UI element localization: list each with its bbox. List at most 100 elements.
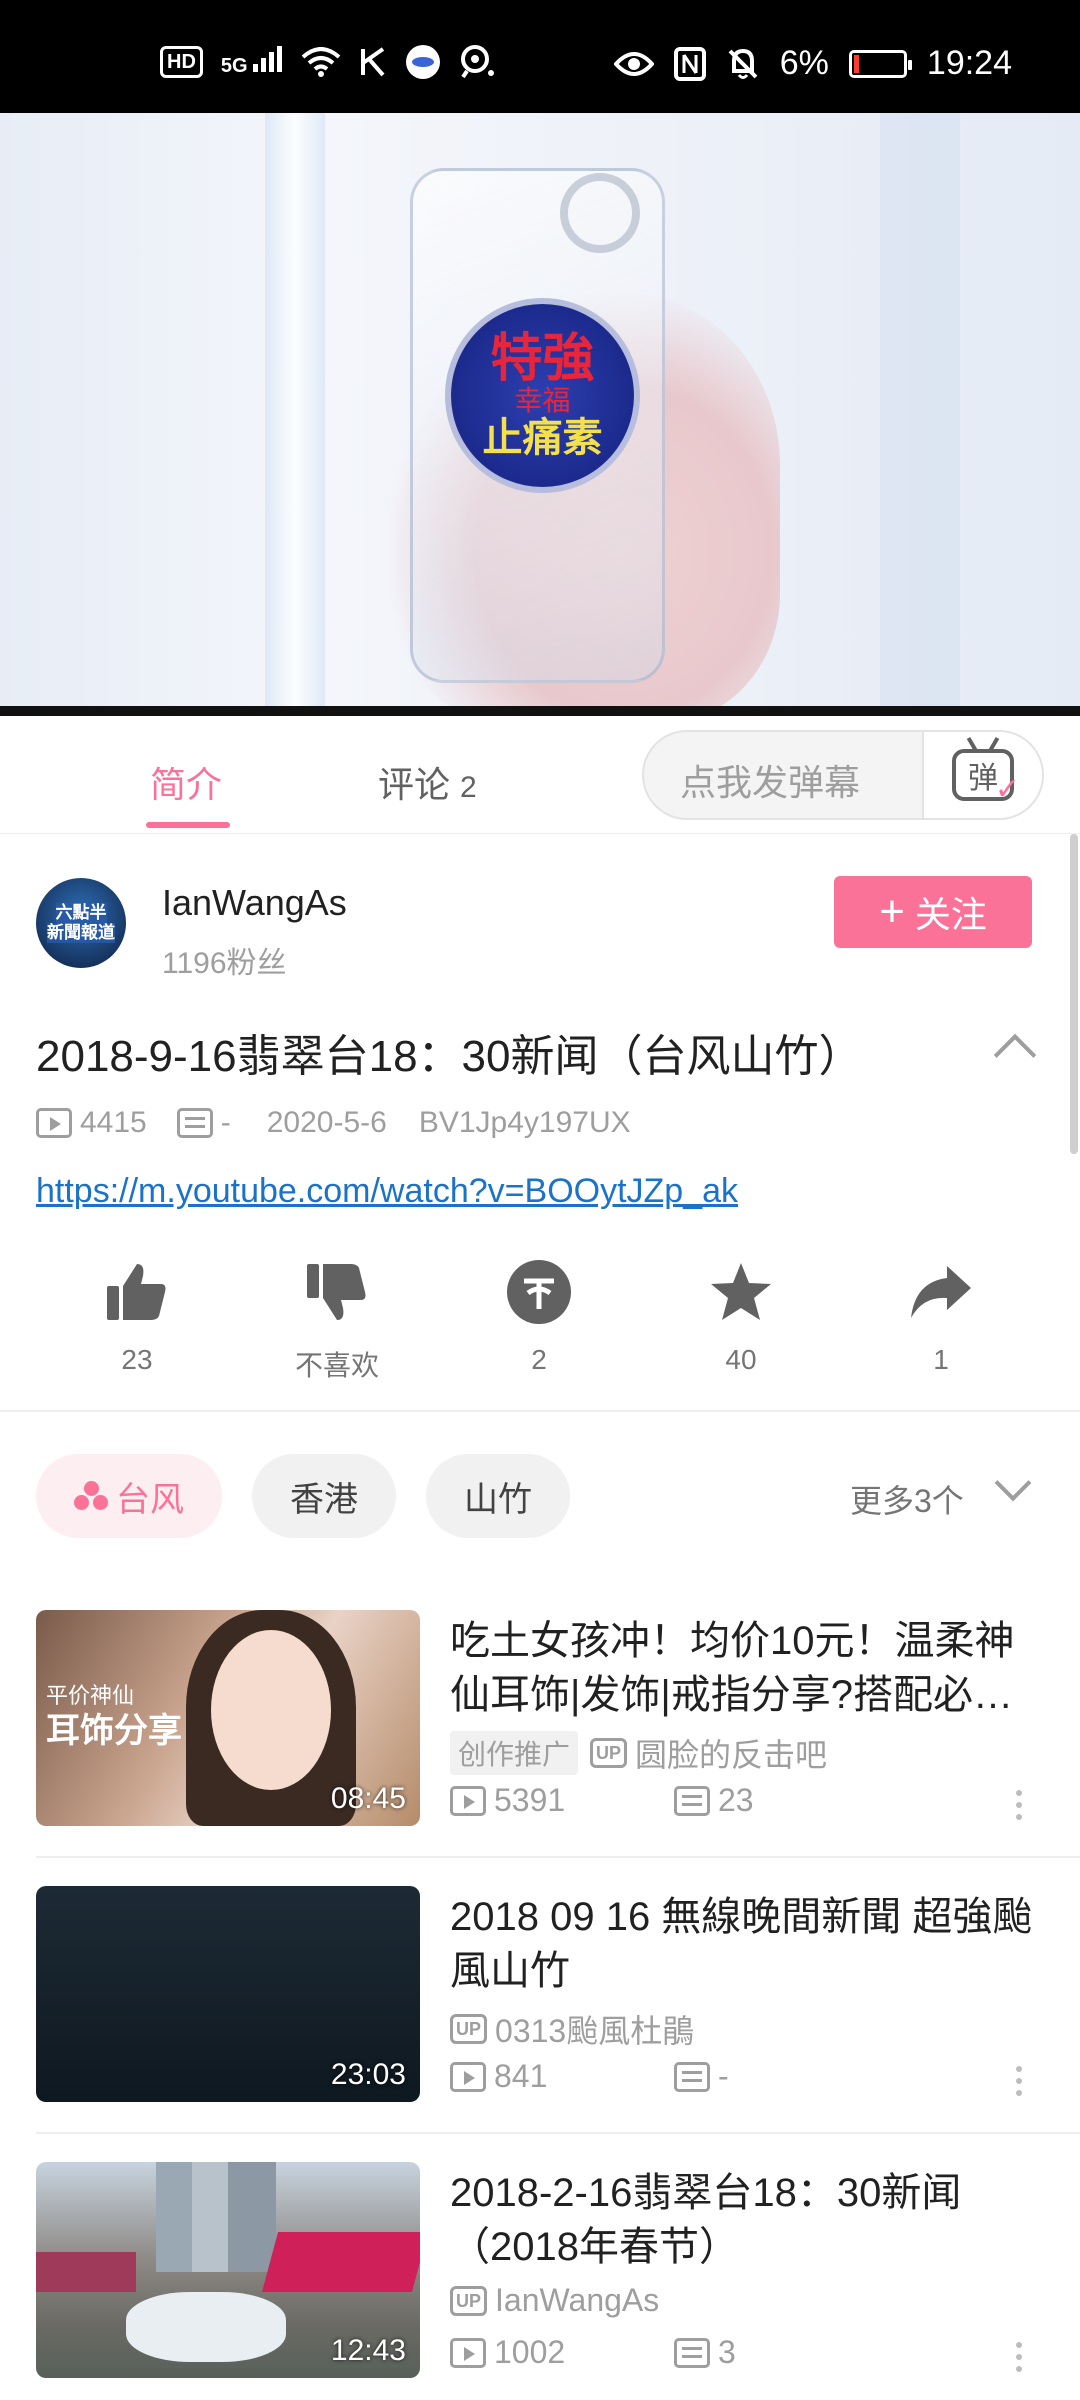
danmaku-count-icon <box>176 1108 213 1138</box>
divider <box>0 1410 1080 1412</box>
thumb-text-line: 耳饰分享 <box>46 1711 182 1751</box>
related-uploader-row: UP 0313颱風杜鵑 <box>450 2006 694 2052</box>
thumb-figure <box>261 2232 420 2292</box>
action-bar: 23 不喜欢 2 40 1 <box>0 1256 1080 1406</box>
share-icon <box>905 1256 977 1328</box>
danmaku-placeholder: 点我发弹幕 <box>680 762 861 803</box>
follow-button[interactable]: + 关注 <box>834 876 1032 948</box>
coin-button[interactable]: 2 <box>474 1256 604 1376</box>
related-video-item[interactable]: 23:03 2018 09 16 無線晚間新聞 超強颱風山竹 UP 0313颱風… <box>0 1886 1080 2146</box>
related-danmaku: 3 <box>718 2334 736 2370</box>
tag-chip[interactable]: 台风 <box>36 1454 222 1538</box>
video-title: 2018-9-16翡翠台18：30新闻（台风山竹） <box>36 1032 863 1081</box>
wifi-icon <box>301 47 341 77</box>
danmaku-count-icon <box>674 2337 710 2368</box>
status-bar: HD 5G 6% 19:24 <box>0 0 1080 113</box>
coin-count: 2 <box>531 1344 547 1375</box>
play-count-icon <box>36 1108 72 1138</box>
hd-icon: HD <box>160 46 203 78</box>
up-badge-icon: UP <box>590 1738 628 1768</box>
light-beam <box>880 113 960 716</box>
battery-icon <box>848 49 912 78</box>
dislike-button[interactable]: 不喜欢 <box>272 1256 402 1384</box>
light-beam <box>265 113 325 716</box>
promo-badge: 创作推广 <box>450 1731 579 1775</box>
video-player[interactable]: 特強 幸福 止痛素 <box>0 113 1080 716</box>
tab-comments-count: 2 <box>460 771 477 804</box>
related-video-item[interactable]: 12:43 2018-2-16翡翠台18：30新闻（2018年春节） UP Ia… <box>0 2162 1080 2400</box>
more-options-icon[interactable] <box>1016 2342 1022 2372</box>
like-button[interactable]: 23 <box>72 1256 202 1376</box>
hot-tag-icon <box>74 1481 108 1511</box>
thumb-up-icon <box>101 1256 173 1328</box>
share-button[interactable]: 1 <box>876 1256 1006 1376</box>
uploader-name[interactable]: IanWangAs <box>162 882 347 924</box>
video-duration: 08:45 <box>330 1782 406 1815</box>
thumb-figure <box>211 1630 331 1790</box>
battery-percent: 6% <box>779 44 829 82</box>
related-title[interactable]: 2018 09 16 無線晚間新聞 超強颱風山竹 <box>450 1890 1050 1998</box>
clock: 19:24 <box>926 44 1012 82</box>
location-icon <box>461 45 495 79</box>
favorite-count: 40 <box>725 1344 757 1375</box>
source-link[interactable]: https://m.youtube.com/watch?v=BOOytJZp_a… <box>36 1172 738 1211</box>
play-count-icon <box>450 2337 486 2368</box>
danmaku-icon-glyph: 弹 <box>968 762 998 795</box>
more-tags-button[interactable]: 更多3个 <box>850 1476 964 1522</box>
collapse-chevron-icon[interactable] <box>993 1033 1037 1077</box>
chevron-down-icon[interactable] <box>994 1464 1032 1502</box>
related-uploader: 圆脸的反击吧 <box>635 1737 828 1773</box>
nfc-icon <box>673 46 706 81</box>
tab-indicator <box>146 822 230 828</box>
danmaku-toggle-button[interactable]: 弹 ✓ <box>922 732 1042 818</box>
thumb-text: 平价神仙 耳饰分享 <box>46 1680 182 1753</box>
related-video-item[interactable]: 平价神仙 耳饰分享 08:45 吃土女孩冲！均价10元！温柔神仙耳饰|发饰|戒指… <box>0 1610 1080 1870</box>
related-stats-row: 1002 3 <box>450 2334 736 2371</box>
danmaku-count-icon <box>674 2061 710 2092</box>
like-count: 23 <box>121 1344 153 1375</box>
danmaku-count-icon <box>674 1785 710 1816</box>
related-title[interactable]: 吃土女孩冲！均价10元！温柔神仙耳饰|发饰|戒指分享?搭配必… <box>450 1614 1050 1722</box>
avatar[interactable]: 六點半 新聞報道 <box>36 878 126 968</box>
up-badge-icon: UP <box>450 2285 488 2316</box>
view-count: 4415 <box>80 1106 147 1139</box>
status-right: 6% 19:24 <box>613 44 1012 83</box>
network-label: 5G <box>220 55 248 77</box>
overlay-line: 幸福 <box>514 384 571 416</box>
status-left: HD 5G <box>160 44 495 80</box>
tag-label: 香港 <box>290 1480 358 1519</box>
video-duration: 23:03 <box>330 2058 406 2091</box>
plus-icon: + <box>879 887 905 936</box>
tag-chip[interactable]: 香港 <box>252 1454 396 1538</box>
tab-comments-label: 评论 <box>378 764 451 805</box>
video-thumbnail[interactable]: 23:03 <box>36 1886 420 2102</box>
share-count: 1 <box>933 1344 949 1375</box>
video-thumbnail[interactable]: 12:43 <box>36 2162 420 2378</box>
related-title[interactable]: 2018-2-16翡翠台18：30新闻（2018年春节） <box>450 2166 1050 2274</box>
thumb-text-line: 平价神仙 <box>46 1684 135 1709</box>
divider <box>36 1856 1080 1858</box>
app-icon <box>406 45 441 79</box>
related-uploader-row: 创作推广 UP 圆脸的反击吧 <box>450 1730 827 1776</box>
video-thumbnail[interactable]: 平价神仙 耳饰分享 08:45 <box>36 1610 420 1826</box>
dislike-label: 不喜欢 <box>294 1350 379 1381</box>
check-icon: ✓ <box>994 773 1020 806</box>
favorite-button[interactable]: 40 <box>676 1256 806 1376</box>
scrollbar[interactable] <box>1070 834 1078 1154</box>
overlay-line: 特強 <box>490 329 595 388</box>
k-app-icon <box>361 47 385 77</box>
thumb-figure <box>156 2162 276 2272</box>
tab-comments[interactable]: 评论 2 <box>378 756 477 808</box>
danmaku-input[interactable]: 点我发弹幕 弹 ✓ <box>642 730 1044 820</box>
mute-bell-icon <box>728 48 758 79</box>
video-meta: 4415 - 2020-5-6 BV1Jp4y197UX <box>36 1106 631 1140</box>
camera-ring <box>560 173 640 253</box>
tab-intro[interactable]: 简介 <box>150 756 222 808</box>
uploader-fans: 1196粉丝 <box>162 947 287 980</box>
related-danmaku: - <box>718 2058 729 2094</box>
play-count-icon <box>450 1785 486 1816</box>
avatar-text: 六點半 <box>55 903 107 923</box>
more-options-icon[interactable] <box>1016 2066 1022 2096</box>
more-options-icon[interactable] <box>1016 1790 1022 1820</box>
tag-chip[interactable]: 山竹 <box>426 1454 570 1538</box>
